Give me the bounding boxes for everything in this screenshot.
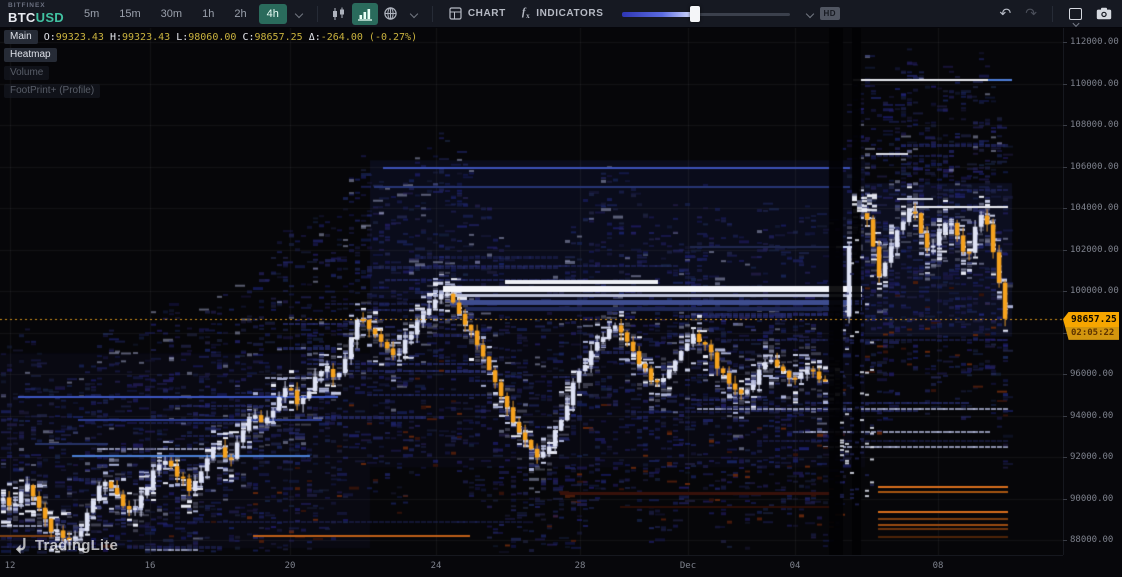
heatmap-canvas[interactable] xyxy=(0,28,1063,555)
time-tick-label: Dec xyxy=(680,561,696,571)
exchange-aggregation-button[interactable] xyxy=(378,3,404,25)
heatmap-intensity-slider[interactable] xyxy=(622,5,790,23)
histogram-icon xyxy=(357,7,373,21)
time-tick-label: 24 xyxy=(431,561,442,571)
time-tick-label: 08 xyxy=(933,561,944,571)
price-axis[interactable]: 112000.00 110000.00 108000.00 106000.00 1040… xyxy=(1063,28,1122,555)
time-axis[interactable]: 12 16 20 24 28 Dec 04 08 xyxy=(0,555,1063,577)
undo-button[interactable]: ↶ xyxy=(993,6,1019,22)
price-tick-label: 88000.00 xyxy=(1070,535,1113,545)
indicators-button[interactable]: fx INDICATORS xyxy=(514,3,612,25)
redo-button[interactable]: ↷ xyxy=(1018,6,1044,22)
time-tick-label: 20 xyxy=(285,561,296,571)
legend-row-heatmap: Heatmap xyxy=(4,48,417,62)
time-tick-label: 12 xyxy=(5,561,16,571)
price-tick-label: 110000.00 xyxy=(1070,79,1119,89)
indicators-label: INDICATORS xyxy=(536,8,603,19)
layout-square-icon xyxy=(1069,8,1082,20)
heatmap-view-button[interactable] xyxy=(352,3,378,25)
chart-menu-label: CHART xyxy=(468,8,506,19)
aggregation-dropdown-chevron-icon[interactable] xyxy=(410,10,418,18)
legend-panel: Main O:99323.43 H:99323.43 L:98060.00 C:… xyxy=(4,30,417,102)
timeframe-15m[interactable]: 15m xyxy=(111,4,148,24)
slider-fill xyxy=(622,12,696,17)
timeframe-5m[interactable]: 5m xyxy=(76,4,107,24)
symbol-quote: USD xyxy=(36,10,64,25)
toolbar: BITFINEX BTCUSD 5m 15m 30m 1h 2h 4h xyxy=(0,0,1122,28)
hd-quality-toggle[interactable]: HD xyxy=(820,7,841,20)
time-tick-label: 16 xyxy=(145,561,156,571)
price-tick-label: 92000.00 xyxy=(1070,452,1113,462)
symbol-pair: BTCUSD xyxy=(8,11,64,24)
symbol-base: BTC xyxy=(8,10,36,25)
slider-options-chevron-icon[interactable] xyxy=(806,10,814,18)
layout-button[interactable] xyxy=(1061,8,1090,20)
footprint-indicator-badge[interactable]: FootPrint+ (Profile) xyxy=(4,84,100,98)
chart-plot-area[interactable]: TradingLite xyxy=(0,28,1063,555)
price-tick-label: 112000.00 xyxy=(1070,37,1119,47)
candle-countdown: 02:05:22 xyxy=(1063,327,1119,340)
chart-grid-icon xyxy=(449,7,462,20)
timeframe-dropdown-chevron-icon[interactable] xyxy=(295,10,303,18)
price-tick-label: 104000.00 xyxy=(1070,203,1119,213)
volume-indicator-badge[interactable]: Volume xyxy=(4,66,49,80)
price-tick-label: 100000.00 xyxy=(1070,286,1119,296)
toolbar-separator xyxy=(1052,6,1053,22)
axis-corner xyxy=(1063,555,1122,577)
delta-percent: (-0.27%) xyxy=(369,32,417,43)
fx-icon: fx xyxy=(522,6,530,20)
timeframe-4h-active[interactable]: 4h xyxy=(259,4,287,24)
chart-menu-button[interactable]: CHART xyxy=(441,3,514,25)
price-tick-label: 90000.00 xyxy=(1070,494,1113,504)
tradinglite-app: BITFINEX BTCUSD 5m 15m 30m 1h 2h 4h xyxy=(0,0,1122,577)
legend-row-footprint: FootPrint+ (Profile) xyxy=(4,84,417,98)
ohlc-readout: O:99323.43 H:99323.43 L:98060.00 C:98657… xyxy=(44,32,417,43)
screenshot-button[interactable] xyxy=(1090,7,1122,20)
legend-row-volume: Volume xyxy=(4,66,417,80)
globe-icon xyxy=(383,6,398,21)
timeframe-30m[interactable]: 30m xyxy=(153,4,190,24)
current-price-tag: 98657.25 02:05:22 xyxy=(1063,312,1119,340)
timeframe-1h[interactable]: 1h xyxy=(194,4,222,24)
candlestick-icon xyxy=(331,7,347,21)
time-tick-label: 28 xyxy=(575,561,586,571)
price-tick-label: 108000.00 xyxy=(1070,120,1119,130)
legend-row-main: Main O:99323.43 H:99323.43 L:98060.00 C:… xyxy=(4,30,417,44)
symbol-selector[interactable]: BITFINEX BTCUSD xyxy=(0,3,74,25)
price-tick-label: 106000.00 xyxy=(1070,162,1119,172)
price-tick-label: 96000.00 xyxy=(1070,369,1113,379)
exchange-name: BITFINEX xyxy=(8,3,64,10)
camera-icon xyxy=(1096,7,1112,20)
current-price-value: 98657.25 xyxy=(1063,312,1119,327)
price-tick-label: 102000.00 xyxy=(1070,245,1119,255)
slider-handle[interactable] xyxy=(690,6,700,22)
heatmap-indicator-badge[interactable]: Heatmap xyxy=(4,48,57,62)
candlestick-chart-type-button[interactable] xyxy=(326,3,352,25)
time-tick-label: 04 xyxy=(790,561,801,571)
toolbar-separator xyxy=(317,6,318,22)
main-pane-badge[interactable]: Main xyxy=(4,30,38,44)
layout-chevron-icon xyxy=(1072,19,1079,26)
timeframe-2h[interactable]: 2h xyxy=(226,4,254,24)
price-tick-label: 94000.00 xyxy=(1070,411,1113,421)
toolbar-separator xyxy=(432,6,433,22)
